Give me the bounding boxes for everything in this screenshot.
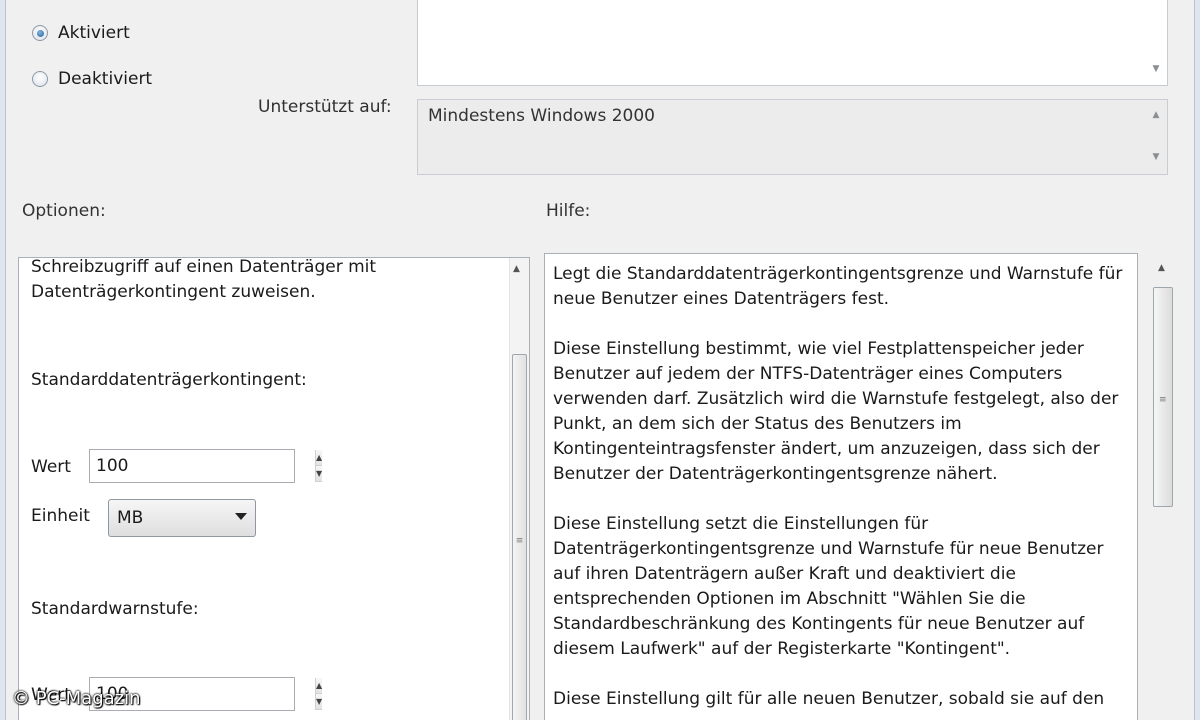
supported-on-value: Mindestens Windows 2000 — [428, 106, 655, 126]
help-pane: Legt die Standarddatenträgerkontingentsg… — [544, 253, 1138, 720]
options-intro-line1: Schreibzugriff auf einen Datenträger mit — [31, 258, 377, 277]
options-scroll-thumb[interactable]: ≡ — [512, 354, 527, 720]
window-border-left — [0, 0, 6, 720]
options-section-label: Optionen: — [22, 201, 106, 221]
scroll-down-arrow-icon[interactable]: ▼ — [1149, 152, 1163, 162]
options-pane: Schreibzugriff auf einen Datenträger mit… — [18, 257, 530, 720]
radio-selected-dot — [36, 29, 44, 37]
scroll-up-arrow-icon[interactable]: ▲ — [1158, 263, 1165, 273]
quota-heading: Standarddatenträgerkontingent: — [31, 370, 307, 390]
help-paragraph: Diese Einstellung gilt für alle neuen Be… — [553, 689, 1105, 709]
supported-on-label: Unterstützt auf: — [258, 97, 392, 117]
comment-textarea[interactable]: ▼ — [417, 0, 1168, 86]
scroll-up-arrow-icon[interactable]: ▲ — [513, 264, 520, 274]
unit-dropdown-value: MB — [117, 508, 144, 528]
quota-spin-buttons[interactable]: ▲ ▼ — [315, 450, 323, 482]
unit-dropdown[interactable]: MB — [108, 499, 256, 537]
spin-down-icon[interactable]: ▼ — [316, 694, 323, 710]
help-scroll-thumb[interactable]: ≡ — [1153, 287, 1173, 507]
scroll-up-arrow-icon[interactable]: ▲ — [1149, 110, 1163, 120]
radio-enabled[interactable]: Aktiviert — [32, 23, 130, 43]
radio-disabled-circle[interactable] — [32, 71, 48, 87]
unit-label: Einheit — [31, 506, 90, 526]
spin-up-icon[interactable]: ▲ — [316, 678, 323, 694]
help-section-label: Hilfe: — [546, 201, 591, 221]
help-paragraph: Diese Einstellung setzt die Einstellunge… — [553, 514, 1104, 659]
help-scrollbar[interactable]: ▲ ≡ — [1150, 253, 1176, 720]
watermark: © PC-Magazin — [12, 688, 141, 709]
quota-value-spinbox[interactable]: ▲ ▼ — [89, 449, 323, 483]
radio-disabled[interactable]: Deaktiviert — [32, 69, 152, 89]
grip-icon: ≡ — [1159, 395, 1167, 405]
help-paragraph: Diese Einstellung bestimmt, wie viel Fes… — [553, 339, 1119, 484]
radio-enabled-circle[interactable] — [32, 25, 48, 41]
spin-down-icon[interactable]: ▼ — [316, 466, 323, 482]
quota-value-label: Wert — [31, 457, 71, 477]
warning-heading: Standardwarnstufe: — [31, 599, 199, 619]
options-intro-line2: Datenträgerkontingent zuweisen. — [31, 282, 316, 302]
spin-up-icon[interactable]: ▲ — [316, 450, 323, 466]
radio-enabled-label: Aktiviert — [58, 23, 130, 43]
grip-icon: ≡ — [515, 536, 524, 546]
help-text: Legt die Standarddatenträgerkontingentsg… — [553, 262, 1133, 720]
options-content: Schreibzugriff auf einen Datenträger mit… — [19, 258, 511, 720]
quota-value-input[interactable] — [90, 450, 315, 482]
window-border-right — [1194, 0, 1200, 720]
radio-disabled-label: Deaktiviert — [58, 69, 153, 89]
warning-spin-buttons[interactable]: ▲ ▼ — [315, 678, 323, 710]
scroll-down-arrow-icon[interactable]: ▼ — [1149, 64, 1163, 74]
chevron-down-icon — [235, 513, 247, 520]
supported-on-box: Mindestens Windows 2000 ▲ ▼ — [417, 99, 1168, 175]
help-paragraph: Legt die Standarddatenträgerkontingentsg… — [553, 264, 1123, 309]
options-scrollbar[interactable]: ▲ ≡ — [509, 258, 529, 720]
